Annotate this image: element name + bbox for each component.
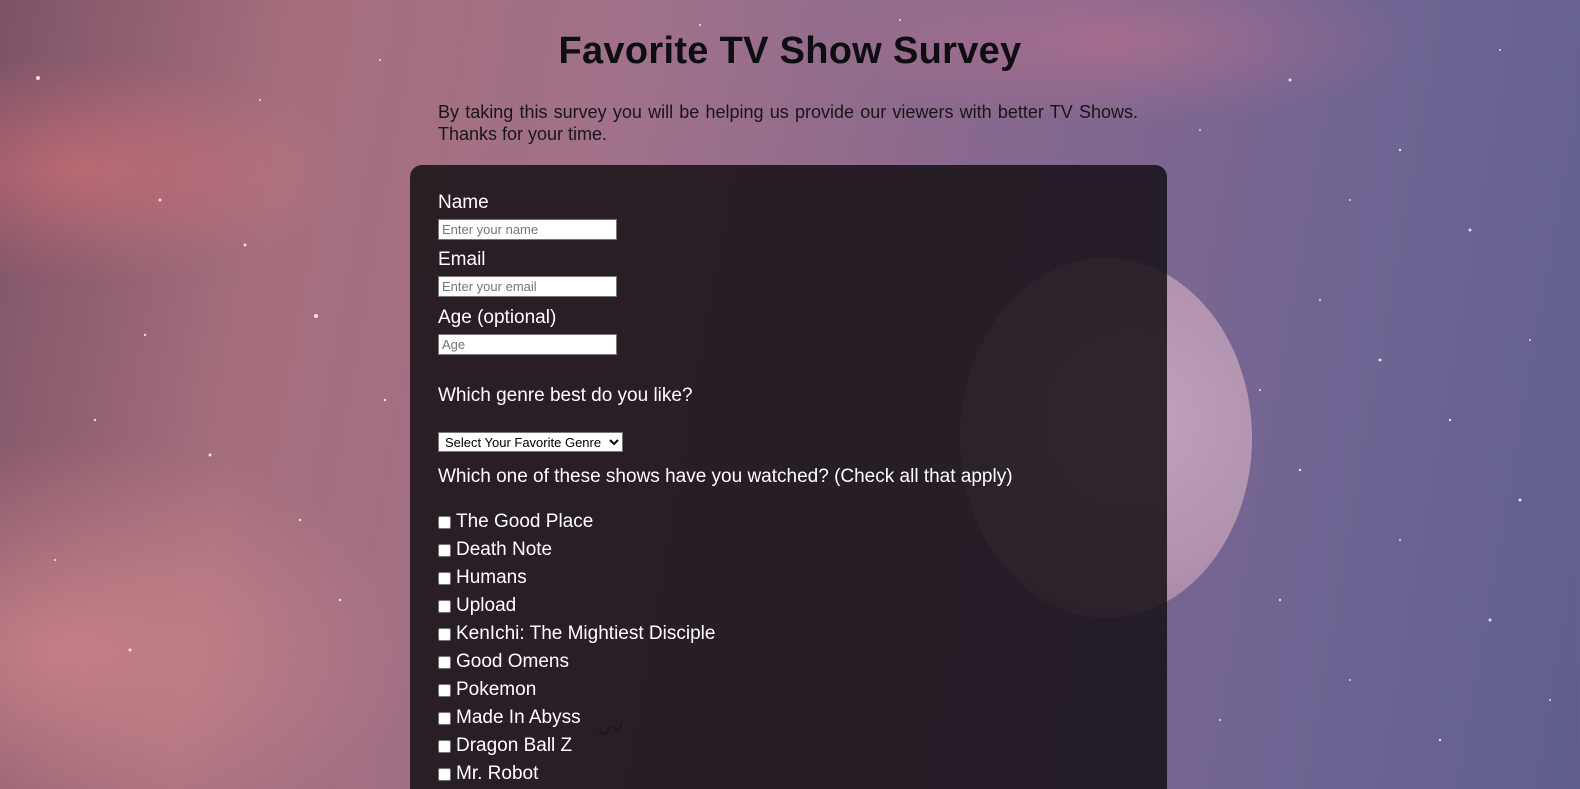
show-label: Upload xyxy=(456,595,517,616)
email-label: Email xyxy=(438,249,486,270)
page-title: Favorite TV Show Survey xyxy=(558,30,1022,72)
show-label: Good Omens xyxy=(456,651,569,672)
show-label: Humans xyxy=(456,567,527,588)
show-option[interactable]: Humans xyxy=(438,564,715,592)
survey-description: By taking this survey you will be helpin… xyxy=(438,102,1138,144)
checkbox[interactable] xyxy=(438,543,451,557)
genre-select[interactable]: Select Your Favorite Genre xyxy=(438,432,623,452)
show-option[interactable]: Mr. Robot xyxy=(438,760,715,788)
checkbox[interactable] xyxy=(438,711,451,725)
show-option[interactable]: Upload xyxy=(438,592,715,620)
show-label: Death Note xyxy=(456,539,553,560)
show-option[interactable]: KenIchi: The Mightiest Disciple xyxy=(438,620,715,648)
checkbox[interactable] xyxy=(438,571,451,585)
show-option[interactable]: Made In Abyss xyxy=(438,704,715,732)
checkbox[interactable] xyxy=(438,627,451,641)
checkbox[interactable] xyxy=(438,599,451,613)
survey-form: Name Email Age (optional) Which genre be… xyxy=(410,165,1167,789)
show-option[interactable]: Dragon Ball Z xyxy=(438,732,715,760)
genre-question: Which genre best do you like? xyxy=(438,385,693,406)
show-label: Dragon Ball Z xyxy=(456,735,573,756)
email-input[interactable] xyxy=(438,276,617,297)
show-label: KenIchi: The Mightiest Disciple xyxy=(456,623,716,644)
shows-question: Which one of these shows have you watche… xyxy=(438,466,1013,487)
checkbox[interactable] xyxy=(438,655,451,669)
show-label: Pokemon xyxy=(456,679,537,700)
show-option[interactable]: Good Omens xyxy=(438,648,715,676)
show-option[interactable]: Pokemon xyxy=(438,676,715,704)
show-label: Made In Abyss xyxy=(456,707,581,728)
name-label: Name xyxy=(438,192,489,213)
checkbox[interactable] xyxy=(438,683,451,697)
checkbox[interactable] xyxy=(438,767,451,781)
age-input[interactable] xyxy=(438,334,617,355)
checkbox[interactable] xyxy=(438,739,451,753)
age-label: Age (optional) xyxy=(438,307,557,328)
show-option[interactable]: Death Note xyxy=(438,536,715,564)
show-label: Mr. Robot xyxy=(456,763,539,784)
show-option[interactable]: The Good Place xyxy=(438,508,715,536)
name-input[interactable] xyxy=(438,219,617,240)
show-label: The Good Place xyxy=(456,511,594,532)
show-checklist: The Good Place Death Note Humans Upload … xyxy=(438,508,715,788)
checkbox[interactable] xyxy=(438,515,451,529)
